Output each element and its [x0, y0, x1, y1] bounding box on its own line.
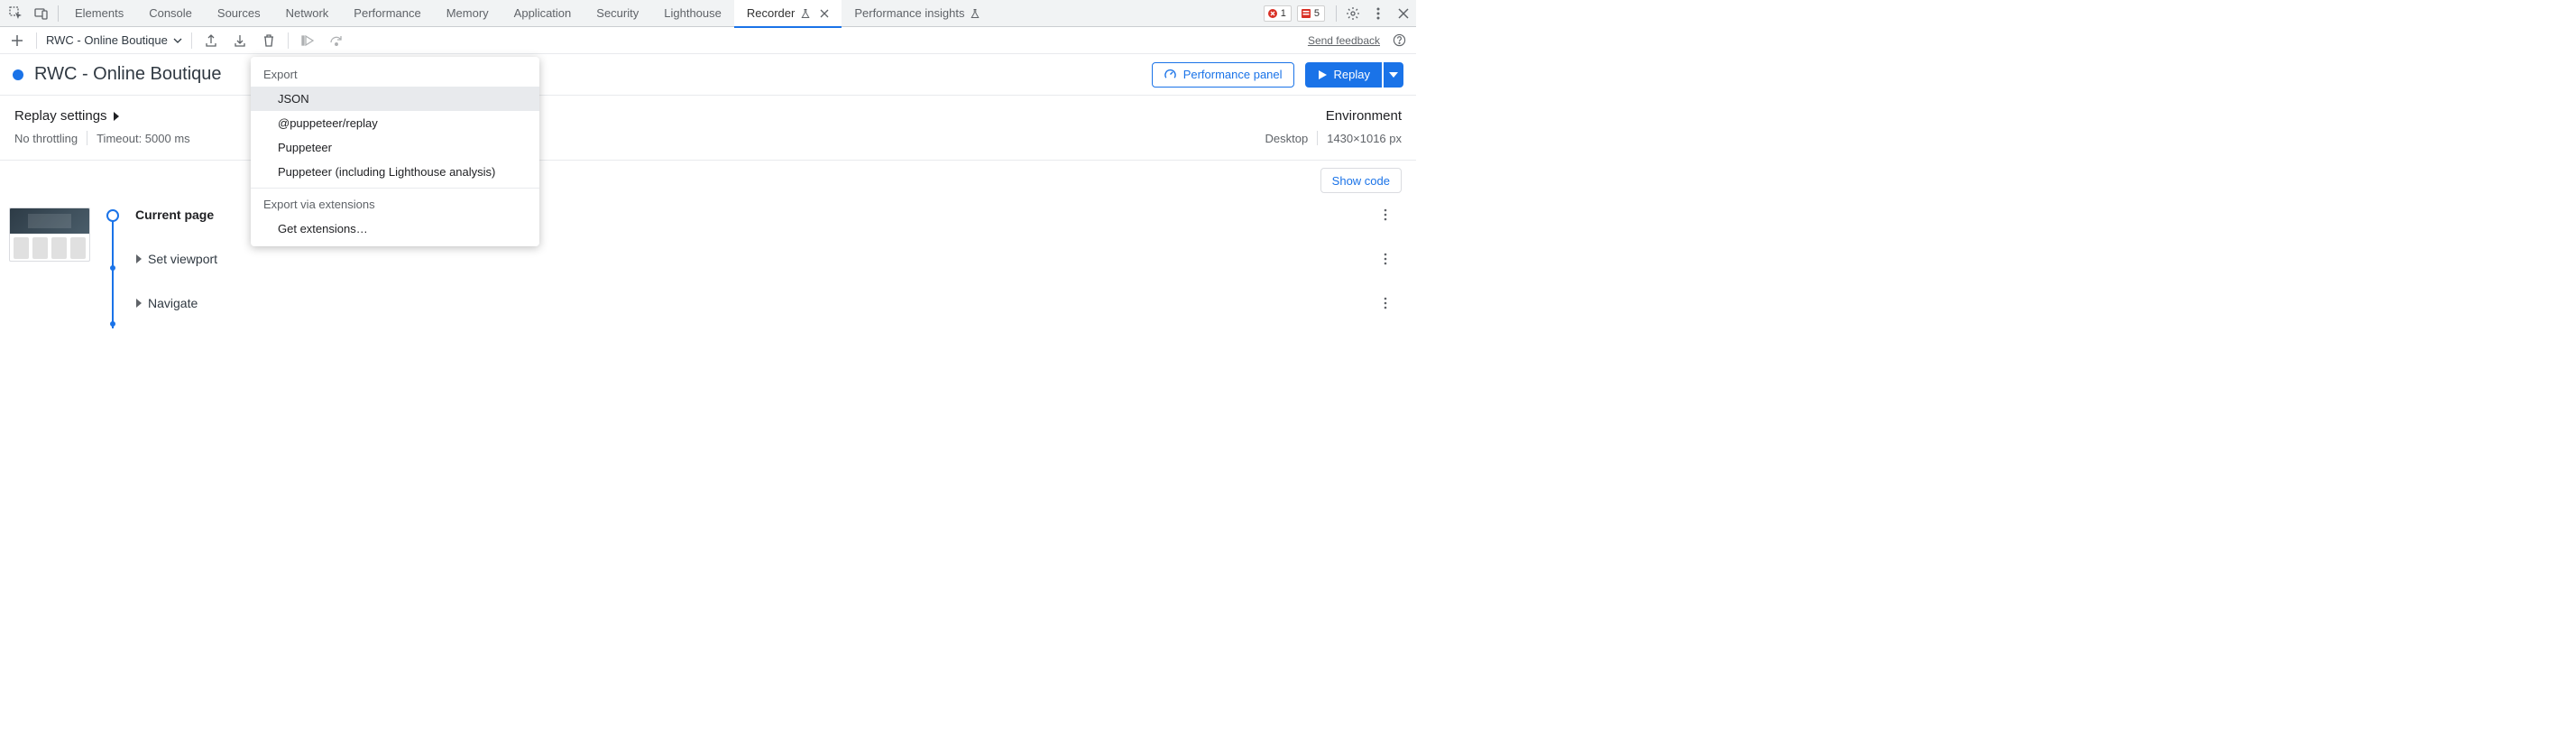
tab-security[interactable]: Security	[584, 0, 651, 27]
kebab-menu-icon[interactable]	[1366, 1, 1391, 26]
step-navigate[interactable]: Navigate	[135, 296, 1402, 310]
gauge-icon	[1164, 68, 1177, 81]
export-puppeteer-replay[interactable]: @puppeteer/replay	[251, 111, 539, 135]
export-get-extensions[interactable]: Get extensions…	[251, 217, 539, 241]
tab-application[interactable]: Application	[501, 0, 584, 27]
throttling-value: No throttling	[14, 132, 78, 145]
close-tab-icon[interactable]	[820, 9, 829, 18]
issue-badges[interactable]: 1 5	[1264, 5, 1325, 22]
step-set-viewport[interactable]: Set viewport	[135, 252, 1402, 266]
step-menu-icon[interactable]	[1384, 208, 1402, 221]
divider	[288, 32, 289, 49]
add-recording-icon[interactable]	[7, 31, 27, 51]
error-badge[interactable]: 1	[1264, 5, 1292, 22]
delete-icon[interactable]	[259, 31, 279, 51]
chevron-right-icon	[113, 112, 120, 121]
divider	[1317, 131, 1318, 145]
tab-recorder[interactable]: Recorder	[734, 0, 842, 27]
chevron-down-icon	[1389, 72, 1398, 78]
timeline-node-current	[106, 209, 119, 222]
timeout-value: Timeout: 5000 ms	[97, 132, 190, 145]
step-menu-icon[interactable]	[1384, 253, 1402, 265]
recording-title: RWC - Online Boutique	[34, 64, 222, 85]
step-menu-icon[interactable]	[1384, 297, 1402, 309]
timeline-node	[110, 265, 115, 271]
help-icon[interactable]	[1389, 31, 1409, 51]
flask-icon	[800, 8, 811, 19]
timeline-rail	[106, 208, 119, 310]
step-over-icon[interactable]	[327, 31, 346, 51]
close-devtools-icon[interactable]	[1391, 1, 1416, 26]
export-header: Export	[251, 62, 539, 87]
page-thumbnail	[9, 208, 90, 262]
environment-header: Environment	[1326, 108, 1402, 124]
show-code-button[interactable]: Show code	[1320, 168, 1402, 193]
environment-dims: 1430×1016 px	[1327, 132, 1402, 145]
chevron-right-icon	[135, 254, 143, 263]
tab-performance[interactable]: Performance	[341, 0, 433, 27]
menu-separator	[251, 188, 539, 189]
timeline: Current page Set viewport Navigate	[0, 200, 1416, 337]
replay-settings-header[interactable]: Replay settings	[14, 108, 190, 124]
inspect-icon[interactable]	[4, 1, 29, 26]
show-code-row: Show code	[0, 161, 1416, 200]
divider	[58, 5, 59, 22]
recording-title-row: RWC - Online Boutique Performance panel …	[0, 54, 1416, 96]
recorder-toolbar: RWC - Online Boutique Send feedback	[0, 27, 1416, 54]
devtools-tab-strip: Elements Console Sources Network Perform…	[0, 0, 1416, 27]
tab-lighthouse[interactable]: Lighthouse	[651, 0, 734, 27]
chevron-right-icon	[135, 299, 143, 308]
recording-indicator	[13, 69, 23, 80]
tab-console[interactable]: Console	[136, 0, 205, 27]
divider	[191, 32, 192, 49]
performance-panel-button[interactable]: Performance panel	[1152, 62, 1294, 88]
settings-gear-icon[interactable]	[1340, 1, 1366, 26]
tab-sources[interactable]: Sources	[205, 0, 273, 27]
replay-options-button[interactable]	[1384, 62, 1403, 88]
flask-icon	[970, 8, 980, 19]
export-ext-header: Export via extensions	[251, 192, 539, 217]
tab-performance-insights[interactable]: Performance insights	[842, 0, 993, 27]
replay-button-group: Replay	[1305, 62, 1403, 88]
settings-row: Replay settings No throttling Timeout: 5…	[0, 96, 1416, 161]
tab-memory[interactable]: Memory	[434, 0, 501, 27]
import-icon[interactable]	[201, 31, 221, 51]
chevron-down-icon	[173, 38, 182, 43]
send-feedback-link[interactable]: Send feedback	[1308, 34, 1380, 47]
divider	[1336, 5, 1337, 22]
tab-network[interactable]: Network	[273, 0, 342, 27]
warning-badge[interactable]: 5	[1297, 5, 1325, 22]
environment-device: Desktop	[1265, 132, 1309, 145]
timeline-node	[110, 321, 115, 327]
export-puppeteer[interactable]: Puppeteer	[251, 135, 539, 160]
divider	[36, 32, 37, 49]
recording-select[interactable]: RWC - Online Boutique	[46, 33, 182, 47]
play-icon	[1317, 69, 1328, 80]
export-json[interactable]: JSON	[251, 87, 539, 111]
step-play-icon[interactable]	[298, 31, 317, 51]
device-toolbar-icon[interactable]	[29, 1, 54, 26]
tab-elements[interactable]: Elements	[62, 0, 136, 27]
export-menu: Export JSON @puppeteer/replay Puppeteer …	[251, 57, 539, 246]
export-icon[interactable]	[230, 31, 250, 51]
replay-button[interactable]: Replay	[1305, 62, 1382, 88]
export-puppeteer-lighthouse[interactable]: Puppeteer (including Lighthouse analysis…	[251, 160, 539, 184]
